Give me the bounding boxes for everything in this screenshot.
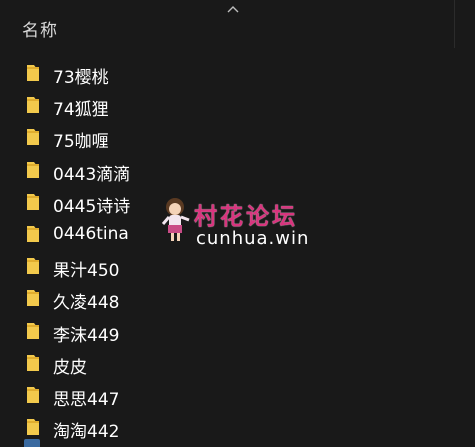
folder-icon <box>27 322 39 339</box>
folder-icon <box>27 225 39 242</box>
list-item[interactable]: 皮皮 <box>0 347 455 379</box>
folder-icon <box>27 386 39 403</box>
folder-icon <box>27 193 39 210</box>
list-item[interactable]: 李沫449 <box>0 315 455 347</box>
folder-icon <box>27 65 39 81</box>
list-item[interactable]: 久凌448 <box>0 282 455 314</box>
list-item-label: 果汁450 <box>53 261 120 282</box>
watermark-url: cunhua.win <box>196 228 310 249</box>
chevron-up-icon[interactable] <box>226 4 240 14</box>
list-item-label: 李沫449 <box>53 325 120 346</box>
list-item-label: 久凌448 <box>53 293 120 314</box>
list-item[interactable]: 思思447 <box>0 379 455 411</box>
folder-icon <box>27 290 39 307</box>
name-column-header[interactable]: 名称 <box>0 0 455 48</box>
folder-icon <box>27 129 39 146</box>
list-item[interactable]: 74狐狸 <box>0 89 455 121</box>
watermark-figure-icon <box>161 198 190 241</box>
list-item[interactable]: 75咖喱 <box>0 121 455 153</box>
list-item-label: 74狐狸 <box>53 100 109 121</box>
list-item[interactable]: 0443滴滴 <box>0 154 455 186</box>
folder-icon <box>27 419 39 436</box>
folder-icon <box>27 258 39 275</box>
folder-icon <box>27 354 39 371</box>
folder-icon <box>27 97 39 114</box>
list-item[interactable]: 73樱桃 <box>0 57 455 89</box>
list-item-label: 0443滴滴 <box>53 164 131 185</box>
file-explorer-window: 名称 73樱桃 74狐狸 75咖喱 0443滴滴 0445诗诗 0446tina <box>0 0 475 447</box>
list-item-label: 思思447 <box>53 389 120 410</box>
list-item-label: 淘淘442 <box>53 422 120 443</box>
list-item-label: 75咖喱 <box>53 132 109 153</box>
list-item-label: 0446tina <box>53 223 129 244</box>
list-item-label: 0445诗诗 <box>53 196 131 217</box>
list-item-label: 皮皮 <box>53 357 87 378</box>
list-item-label: 73樱桃 <box>53 68 109 88</box>
watermark: 村花论坛 cunhua.win <box>160 195 330 255</box>
partial-file-icon <box>24 439 40 447</box>
watermark-title: 村花论坛 <box>194 204 298 230</box>
folder-icon <box>27 161 39 178</box>
list-item[interactable]: 淘淘442 <box>0 411 455 443</box>
name-column-title: 名称 <box>22 21 58 41</box>
